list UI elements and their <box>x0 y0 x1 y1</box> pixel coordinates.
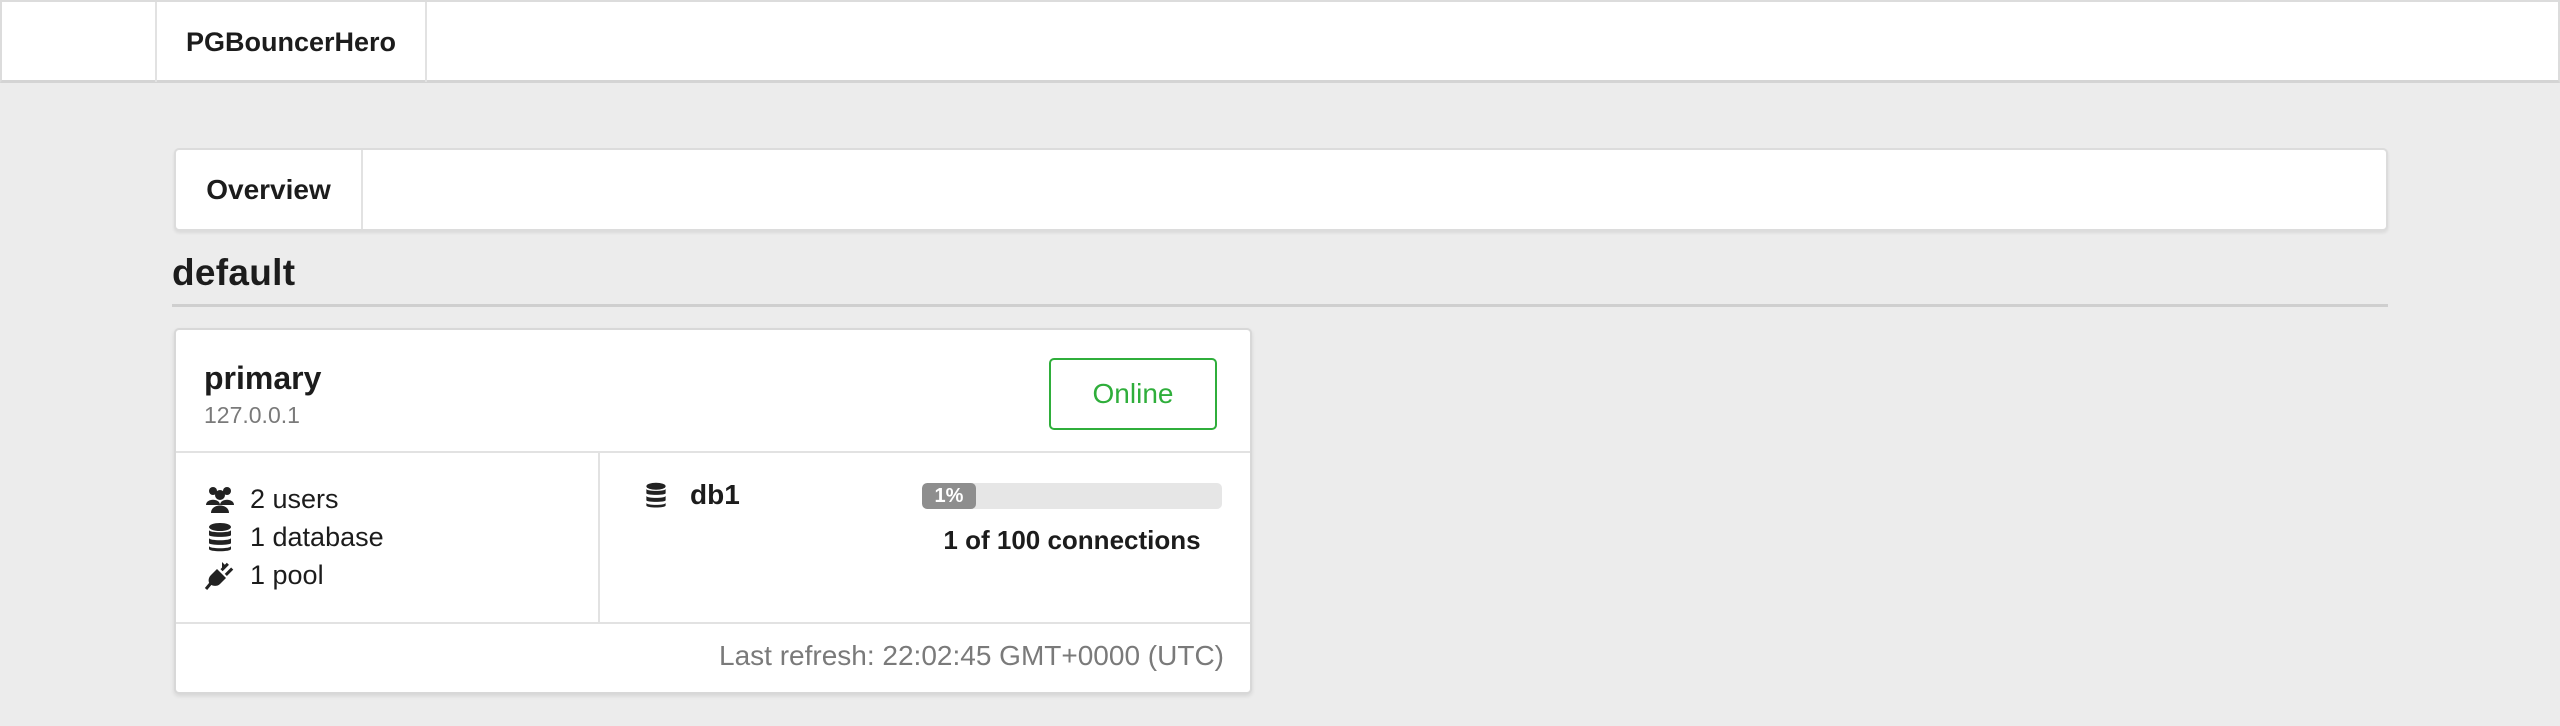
app-brand-link[interactable]: PGBouncerHero <box>155 2 427 82</box>
database-icon <box>646 482 666 508</box>
group-divider <box>172 304 2388 307</box>
tab-overview[interactable]: Overview <box>176 150 363 229</box>
last-refresh: Last refresh: 22:02:45 GMT+0000 (UTC) <box>719 640 1224 671</box>
database-row: db1 <box>642 479 740 511</box>
server-card-header: primary 127.0.0.1 Online <box>176 330 1250 453</box>
top-navbar: PGBouncerHero <box>0 0 2560 83</box>
plug-icon <box>204 562 234 590</box>
stat-users: 2 users <box>204 482 339 516</box>
database-icon <box>209 523 231 552</box>
tab-bar: Overview <box>174 148 2388 231</box>
stat-databases: 1 database <box>204 520 384 554</box>
users-icon <box>206 487 234 513</box>
stat-pools-label: 1 pool <box>250 559 324 590</box>
connection-progress-fill: 1% <box>922 483 976 509</box>
status-button[interactable]: Online <box>1049 358 1217 430</box>
server-name: primary <box>204 360 322 396</box>
connection-count: 1 of 100 connections <box>943 525 1201 555</box>
connection-progress-bar: 1% <box>922 483 1222 509</box>
stat-users-label: 2 users <box>250 483 339 514</box>
database-name: db1 <box>690 479 740 510</box>
server-card-body: 2 users 1 database 1 pool db1 1% 1 of 10… <box>176 453 1250 624</box>
server-stats: 2 users 1 database 1 pool <box>176 453 600 624</box>
group-title: default <box>172 252 296 293</box>
server-card: primary 127.0.0.1 Online 2 users 1 datab… <box>174 328 1252 694</box>
stat-pools: 1 pool <box>204 558 324 592</box>
server-host: 127.0.0.1 <box>204 402 300 428</box>
stat-databases-label: 1 database <box>250 521 384 552</box>
